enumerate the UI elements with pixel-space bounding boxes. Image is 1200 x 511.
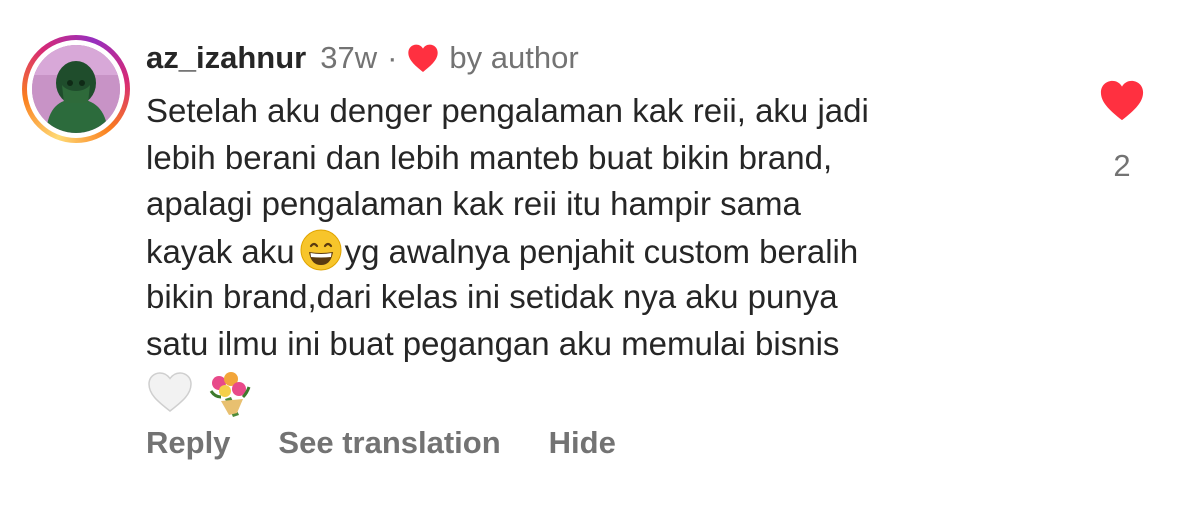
- avatar-story-ring[interactable]: [22, 35, 130, 143]
- hide-button[interactable]: Hide: [549, 425, 616, 461]
- separator-dot: ·: [387, 40, 398, 75]
- comment-line-part: kayak aku: [146, 232, 295, 270]
- emoji-row: [146, 369, 1076, 421]
- comment-text: Setelah aku denger pengalaman kak reii, …: [146, 88, 1076, 421]
- comment-header: az_izahnur 37w · by author: [146, 36, 579, 80]
- like-count[interactable]: 2: [1100, 148, 1144, 184]
- comment-line: bikin brand,dari kelas ini setidak nya a…: [146, 278, 838, 315]
- see-translation-button[interactable]: See translation: [278, 425, 500, 461]
- liked-by-author-label: by author: [449, 40, 579, 75]
- avatar-ring-gap: [27, 40, 125, 138]
- bouquet-emoji-icon: [209, 372, 251, 417]
- avatar-image: [32, 45, 120, 133]
- avatar[interactable]: [32, 45, 120, 133]
- liked-by-author-heart-icon: [408, 44, 439, 72]
- comment-actions: Reply See translation Hide: [146, 421, 664, 465]
- reply-button[interactable]: Reply: [146, 425, 230, 461]
- comment-line: Setelah aku denger pengalaman kak reii, …: [146, 92, 869, 129]
- timestamp: 37w: [320, 40, 378, 75]
- comment-line: lebih berani dan lebih manteb buat bikin…: [146, 138, 833, 176]
- comment-line-part: yg awalnya penjahit custom beralih: [344, 232, 859, 270]
- like-heart-icon[interactable]: [1099, 78, 1145, 122]
- username[interactable]: az_izahnur: [146, 40, 306, 76]
- comment-line-with-emoji: kayak aku yg awalnya penjahit custom ber…: [146, 228, 1076, 275]
- comment: az_izahnur 37w · by author Setelah aku d…: [0, 0, 1200, 511]
- comment-line: apalagi pengalaman kak reii itu hampir s…: [146, 185, 801, 222]
- comment-line: satu ilmu ini buat pegangan aku memulai …: [146, 324, 840, 362]
- white-heart-emoji-icon: [148, 372, 192, 412]
- grinning-face-emoji-icon: [300, 229, 342, 270]
